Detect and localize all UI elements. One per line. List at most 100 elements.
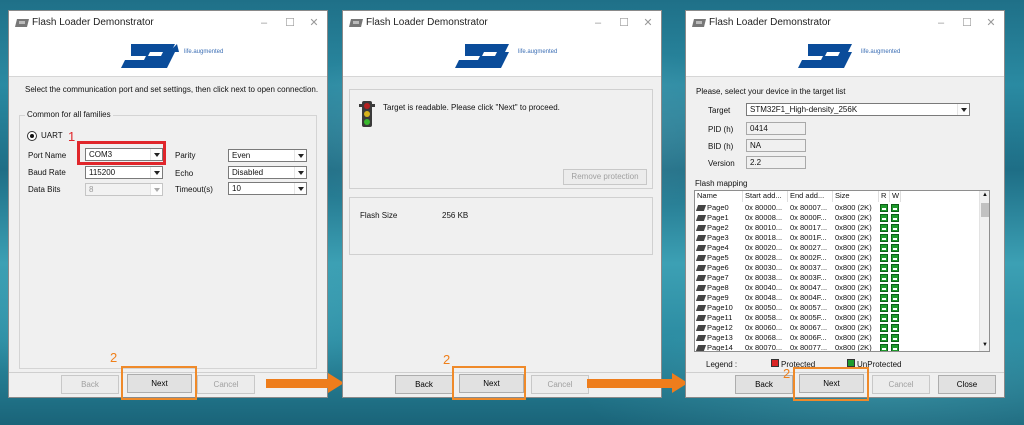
timeout-select[interactable]: 10: [228, 182, 307, 195]
cell-size: 0x800 (2K): [835, 203, 872, 212]
table-row[interactable]: Page10 0x 80050... 0x 80057... 0x800 (2K): [695, 303, 981, 313]
memory-page-icon: [695, 315, 707, 321]
close-icon[interactable]: ✕: [982, 14, 1000, 32]
scroll-thumb[interactable]: [981, 203, 989, 217]
maximize-icon[interactable]: ☐: [281, 14, 299, 32]
cell-name: Page4: [707, 243, 729, 252]
brand-header: life.augmented: [686, 35, 1004, 77]
uart-radio[interactable]: [27, 131, 37, 141]
column-header-size[interactable]: Size: [833, 191, 879, 202]
target-value: STM32F1_High-density_256K: [750, 105, 858, 114]
brand-tagline: life.augmented: [861, 49, 901, 55]
minimize-icon[interactable]: –: [589, 14, 607, 32]
cell-end: 0x 80067...: [790, 323, 828, 332]
back-button[interactable]: Back: [395, 375, 453, 394]
traffic-light-icon: [359, 101, 375, 127]
version-value: 2.2: [750, 158, 762, 167]
memory-page-icon: [695, 235, 707, 241]
read-unprotected-icon: [880, 304, 888, 312]
cell-end: 0x 8005F...: [790, 313, 827, 322]
table-row[interactable]: Page4 0x 80020... 0x 80027... 0x800 (2K): [695, 243, 981, 253]
table-row[interactable]: Page0 0x 80000... 0x 80007... 0x800 (2K): [695, 203, 981, 213]
cell-start: 0x 80028...: [745, 253, 783, 262]
title-bar[interactable]: Flash Loader Demonstrator – ☐ ✕: [343, 11, 661, 35]
table-row[interactable]: Page9 0x 80048... 0x 8004F... 0x800 (2K): [695, 293, 981, 303]
echo-value: Disabled: [232, 168, 264, 177]
list-scrollbar[interactable]: ▲ ▼: [979, 191, 989, 351]
baud-rate-select[interactable]: 115200: [85, 166, 163, 179]
minimize-icon[interactable]: –: [932, 14, 950, 32]
write-unprotected-icon: [891, 214, 899, 222]
maximize-icon[interactable]: ☐: [958, 14, 976, 32]
table-row[interactable]: Page8 0x 80040... 0x 80047... 0x800 (2K): [695, 283, 981, 293]
cancel-button[interactable]: Cancel: [197, 375, 255, 394]
cell-name: Page11: [707, 313, 733, 322]
scroll-up-icon[interactable]: ▲: [981, 192, 989, 200]
cell-start: 0x 80060...: [745, 323, 783, 332]
flash-loader-app-icon: [349, 19, 363, 27]
table-row[interactable]: Page13 0x 80068... 0x 8006F... 0x800 (2K): [695, 333, 981, 343]
cancel-button[interactable]: Cancel: [531, 375, 589, 394]
table-row[interactable]: Page11 0x 80058... 0x 8005F... 0x800 (2K): [695, 313, 981, 323]
cell-end: 0x 80027...: [790, 243, 828, 252]
bid-field: NA: [746, 139, 806, 152]
write-unprotected-icon: [891, 264, 899, 272]
write-unprotected-icon: [891, 234, 899, 242]
target-select[interactable]: STM32F1_High-density_256K: [746, 103, 970, 116]
memory-page-icon: [695, 285, 707, 291]
flash-loader-app-icon: [15, 19, 29, 27]
parity-select[interactable]: Even: [228, 149, 307, 162]
close-button[interactable]: Close: [938, 375, 996, 394]
cell-size: 0x800 (2K): [835, 263, 872, 272]
cell-name: Page1: [707, 213, 729, 222]
table-row[interactable]: Page5 0x 80028... 0x 8002F... 0x800 (2K): [695, 253, 981, 263]
minimize-icon[interactable]: –: [255, 14, 273, 32]
table-row[interactable]: Page12 0x 80060... 0x 80067... 0x800 (2K): [695, 323, 981, 333]
close-icon[interactable]: ✕: [639, 14, 657, 32]
back-button[interactable]: Back: [61, 375, 119, 394]
table-row[interactable]: Page1 0x 80008... 0x 8000F... 0x800 (2K): [695, 213, 981, 223]
column-header-end[interactable]: End add...: [788, 191, 833, 202]
cell-name: Page6: [707, 263, 729, 272]
cell-size: 0x800 (2K): [835, 223, 872, 232]
cell-end: 0x 8001F...: [790, 233, 827, 242]
memory-page-icon: [695, 335, 707, 341]
table-row[interactable]: Page7 0x 80038... 0x 8003F... 0x800 (2K): [695, 273, 981, 283]
write-unprotected-icon: [891, 324, 899, 332]
memory-page-icon: [695, 345, 707, 351]
column-header-name[interactable]: Name: [695, 191, 743, 202]
table-row[interactable]: Page6 0x 80030... 0x 80037... 0x800 (2K): [695, 263, 981, 273]
cell-name: Page3: [707, 233, 729, 242]
cancel-button[interactable]: Cancel: [872, 375, 930, 394]
table-row[interactable]: Page14 0x 80070... 0x 80077... 0x800 (2K): [695, 343, 981, 351]
cell-start: 0x 80030...: [745, 263, 783, 272]
window-title: Flash Loader Demonstrator: [366, 17, 488, 28]
parity-label: Parity: [175, 151, 196, 160]
data-bits-label: Data Bits: [28, 185, 61, 194]
column-header-write[interactable]: W: [890, 191, 901, 202]
column-header-start[interactable]: Start add...: [743, 191, 788, 202]
column-header-spacer: [901, 191, 989, 202]
cell-size: 0x800 (2K): [835, 293, 872, 302]
scroll-down-icon[interactable]: ▼: [981, 342, 989, 350]
cell-start: 0x 80020...: [745, 243, 783, 252]
instruction-text: Please, select your device in the target…: [696, 87, 846, 96]
cell-size: 0x800 (2K): [835, 273, 872, 282]
title-bar[interactable]: Flash Loader Demonstrator – ☐ ✕: [9, 11, 327, 35]
remove-protection-button[interactable]: Remove protection: [563, 169, 647, 185]
chevron-down-icon: [150, 167, 162, 178]
title-bar[interactable]: Flash Loader Demonstrator – ☐ ✕: [686, 11, 1004, 35]
pid-value: 0414: [750, 124, 768, 133]
maximize-icon[interactable]: ☐: [615, 14, 633, 32]
echo-select[interactable]: Disabled: [228, 166, 307, 179]
cell-end: 0x 80037...: [790, 263, 828, 272]
table-row[interactable]: Page3 0x 80018... 0x 8001F... 0x800 (2K): [695, 233, 981, 243]
brand-tagline: life.augmented: [184, 49, 224, 55]
table-row[interactable]: Page2 0x 80010... 0x 80017... 0x800 (2K): [695, 223, 981, 233]
cell-name: Page13: [707, 333, 733, 342]
column-header-read[interactable]: R: [879, 191, 890, 202]
data-bits-select[interactable]: 8: [85, 183, 163, 196]
flash-mapping-list[interactable]: Name Start add... End add... Size R W Pa…: [694, 190, 990, 352]
close-icon[interactable]: ✕: [305, 14, 323, 32]
cell-start: 0x 80050...: [745, 303, 783, 312]
